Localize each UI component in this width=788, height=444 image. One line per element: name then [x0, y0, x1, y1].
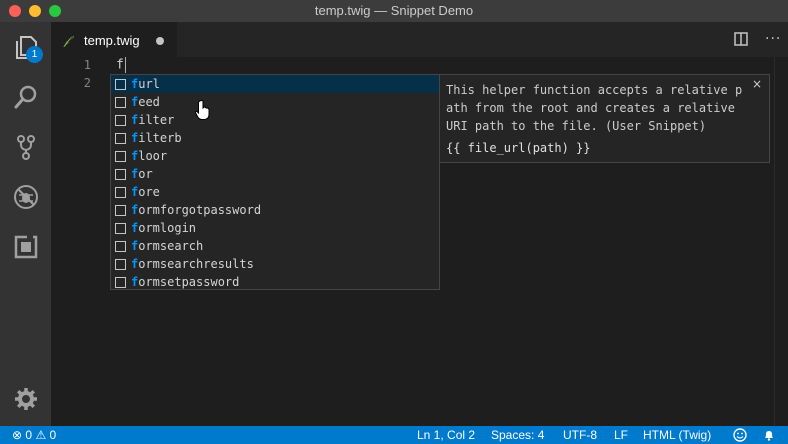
suggest-item-rest: url: [138, 77, 160, 91]
suggest-item-rest: ore: [138, 185, 160, 199]
suggest-widget: furl feed filter filterb floor for fore formfor…: [110, 74, 440, 290]
code-line: f: [116, 57, 126, 73]
error-icon: ⊗: [12, 428, 23, 442]
end-of-line[interactable]: LF: [614, 428, 628, 442]
line-number: 1: [83, 58, 91, 72]
snippet-icon: [115, 78, 126, 90]
suggest-item-rest: ormlogin: [138, 221, 197, 235]
suggest-item[interactable]: formsearch: [111, 237, 439, 255]
suggest-item[interactable]: formsetpassword: [111, 273, 439, 291]
snippet-icon: [115, 240, 126, 252]
tab-label: temp.twig: [84, 32, 140, 48]
snippet-description: This helper function accepts a relative …: [446, 83, 743, 133]
title-bar: temp.twig — Snippet Demo: [0, 0, 788, 22]
suggest-item[interactable]: filter: [111, 111, 439, 129]
activity-explorer[interactable]: 1: [0, 22, 51, 72]
suggest-item[interactable]: formforgotpassword: [111, 201, 439, 219]
settings-gear-icon: [14, 388, 37, 410]
snippet-icon: [115, 150, 126, 162]
snippet-icon: [115, 258, 126, 270]
close-details-icon[interactable]: ×: [752, 77, 762, 91]
activity-bar: 1: [0, 22, 51, 426]
extensions-icon: [14, 235, 37, 259]
feedback-smiley-icon[interactable]: [733, 428, 747, 442]
warning-icon: ⚠: [35, 428, 47, 442]
snippet-icon: [115, 222, 126, 234]
suggest-item-rest: ormsetpassword: [138, 275, 240, 289]
line-number: 2: [83, 76, 91, 90]
text-cursor: [124, 57, 126, 73]
suggest-item[interactable]: formlogin: [111, 219, 439, 237]
source-control-icon: [16, 135, 35, 160]
snippet-icon: [115, 114, 126, 126]
suggest-item[interactable]: fore: [111, 183, 439, 201]
snippet-code: {{ file_url(path) }}: [446, 141, 591, 155]
editor-scrollbar[interactable]: [774, 57, 788, 426]
notifications-bell-icon[interactable]: [762, 428, 776, 442]
error-count: 0: [25, 428, 33, 442]
twig-file-icon: 𝒻: [64, 32, 70, 47]
status-bar: ⊗ 0 ⚠ 0 Ln 1, Col 2 Spaces: 4 UTF-8 LF H…: [0, 426, 788, 444]
suggest-item-label: formforgotpassword: [131, 203, 261, 217]
unsaved-dot-icon[interactable]: [156, 37, 164, 45]
activity-settings[interactable]: [0, 374, 51, 424]
suggest-item[interactable]: formsearchresults: [111, 255, 439, 273]
activity-debug[interactable]: [0, 172, 51, 222]
snippet-icon: [115, 204, 126, 216]
hand-pointer-icon: [195, 100, 210, 120]
snippet-icon: [115, 168, 126, 180]
suggest-item-label: fore: [131, 185, 160, 199]
suggest-item[interactable]: for: [111, 165, 439, 183]
activity-search[interactable]: [0, 72, 51, 122]
suggest-item[interactable]: furl: [111, 75, 439, 93]
suggest-item-label: feed: [131, 95, 160, 109]
suggest-details: This helper function accepts a relative …: [440, 74, 770, 163]
suggest-item-label: furl: [131, 77, 160, 91]
suggest-item[interactable]: filterb: [111, 129, 439, 147]
suggest-item-label: filter: [131, 113, 174, 127]
warning-count: 0: [49, 428, 57, 442]
suggest-item-rest: ilter: [138, 113, 175, 127]
suggest-item-rest: loor: [138, 149, 168, 163]
tab-temp-twig[interactable]: 𝒻 temp.twig: [51, 22, 177, 57]
suggest-item-label: formlogin: [131, 221, 196, 235]
code-line-text: f: [116, 57, 124, 73]
suggest-item-rest: or: [138, 167, 153, 181]
suggest-item[interactable]: floor: [111, 147, 439, 165]
window-title: temp.twig — Snippet Demo: [314, 3, 474, 18]
more-actions-icon[interactable]: ···: [765, 31, 781, 47]
snippet-icon: [115, 96, 126, 108]
suggest-item-label: formsetpassword: [131, 275, 239, 289]
suggest-item-label: formsearch: [131, 239, 203, 253]
tab-bar: 𝒻 temp.twig ···: [51, 22, 788, 57]
encoding[interactable]: UTF-8: [563, 428, 597, 442]
cursor-position[interactable]: Ln 1, Col 2: [417, 428, 475, 442]
language-mode[interactable]: HTML (Twig): [643, 428, 711, 442]
suggest-item-rest: ormsearchresults: [138, 257, 254, 271]
suggest-item-label: floor: [131, 149, 167, 163]
suggest-item[interactable]: feed: [111, 93, 439, 111]
suggest-item-label: for: [131, 167, 153, 181]
snippet-icon: [115, 186, 126, 198]
suggest-item-label: formsearchresults: [131, 257, 254, 271]
activity-source-control[interactable]: [0, 122, 51, 172]
suggest-item-label: filterb: [131, 131, 182, 145]
activity-extensions[interactable]: [0, 222, 51, 272]
explorer-badge: 1: [26, 46, 43, 63]
split-editor-icon[interactable]: [734, 32, 748, 46]
suggest-item-rest: ormsearch: [138, 239, 204, 253]
indentation[interactable]: Spaces: 4: [491, 428, 544, 442]
search-icon: [14, 85, 36, 109]
suggest-item-rest: ormforgotpassword: [138, 203, 262, 217]
snippet-icon: [115, 276, 126, 288]
suggest-item-rest: eed: [138, 95, 160, 109]
problems-indicator[interactable]: ⊗ 0 ⚠ 0: [12, 428, 56, 442]
suggest-item-rest: ilterb: [138, 131, 182, 145]
debug-icon: [13, 185, 38, 209]
snippet-icon: [115, 132, 126, 144]
